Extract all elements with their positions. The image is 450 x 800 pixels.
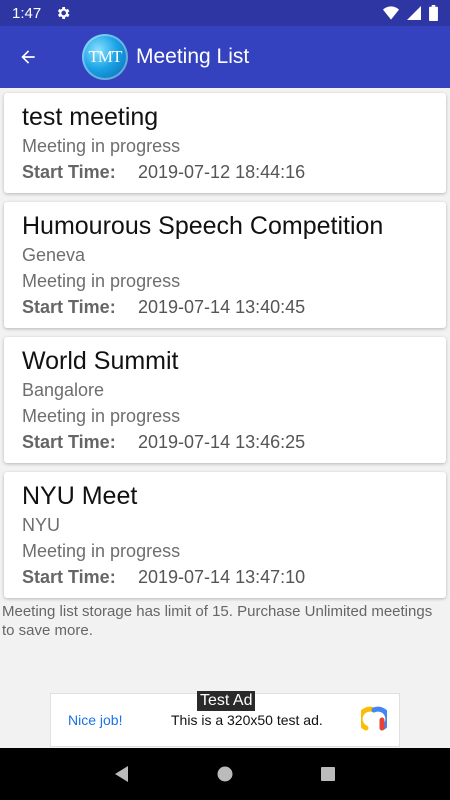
meeting-card[interactable]: NYU Meet NYU Meeting in progress Start T… [4, 472, 446, 598]
meeting-card[interactable]: World Summit Bangalore Meeting in progre… [4, 337, 446, 463]
cellular-signal-icon [407, 6, 421, 20]
meeting-title: NYU Meet [22, 482, 138, 510]
start-time-label: Start Time: [22, 567, 116, 587]
ad-tag: Test Ad [197, 691, 256, 711]
meeting-location: Bangalore [22, 380, 105, 400]
meeting-title: Humourous Speech Competition [22, 212, 384, 240]
meeting-status: Meeting in progress [22, 271, 181, 291]
start-time-value: 2019-07-12 18:44:16 [138, 162, 306, 182]
ad-nice-text: Nice job! [68, 712, 123, 728]
status-time: 1:47 [12, 4, 42, 22]
navigation-bar [0, 748, 450, 800]
logo-text: TMT [88, 47, 123, 66]
meeting-location: Geneva [22, 245, 86, 265]
back-arrow-icon [21, 50, 35, 64]
nav-recents-icon[interactable] [319, 765, 337, 783]
ad-banner[interactable]: Test Ad Nice job! This is a 320x50 test … [50, 691, 400, 747]
start-time-value: 2019-07-14 13:46:25 [138, 432, 306, 452]
start-time-value: 2019-07-14 13:47:10 [138, 567, 306, 587]
meeting-location: NYU [22, 515, 61, 535]
page-title: Meeting List [136, 45, 250, 68]
start-time-value: 2019-07-14 13:40:45 [138, 297, 306, 317]
ad-text: This is a 320x50 test ad. [171, 712, 323, 728]
meeting-status: Meeting in progress [22, 406, 181, 426]
meeting-start: Start Time: 2019-07-14 13:46:25 [22, 429, 428, 455]
meeting-start: Start Time: 2019-07-14 13:47:10 [22, 564, 428, 590]
meeting-title: test meeting [22, 103, 159, 131]
meeting-title: World Summit [22, 347, 179, 375]
battery-icon [429, 5, 438, 21]
meeting-card[interactable]: test meeting Meeting in progress Start T… [4, 93, 446, 193]
storage-limit-note: Meeting list storage has limit of 15. Pu… [2, 603, 433, 639]
meeting-start: Start Time: 2019-07-12 18:44:16 [22, 159, 428, 185]
app-logo: TMT [82, 34, 128, 80]
meeting-start: Start Time: 2019-07-14 13:40:45 [22, 294, 428, 320]
status-bar: 1:47 [0, 0, 450, 26]
start-time-label: Start Time: [22, 162, 116, 182]
settings-gear-icon [58, 7, 70, 19]
meeting-card[interactable]: Humourous Speech Competition Geneva Meet… [4, 202, 446, 328]
start-time-label: Start Time: [22, 432, 116, 452]
nav-home-icon[interactable] [216, 765, 234, 783]
meeting-status: Meeting in progress [22, 541, 181, 561]
wifi-icon [383, 6, 399, 20]
ad-logo-icon [361, 706, 387, 731]
meeting-list: test meeting Meeting in progress Start T… [4, 93, 446, 607]
back-button[interactable] [0, 26, 56, 88]
nav-back-icon[interactable] [113, 765, 131, 783]
meeting-status: Meeting in progress [22, 136, 181, 156]
start-time-label: Start Time: [22, 297, 116, 317]
app-bar: TMT Meeting List [0, 26, 450, 88]
